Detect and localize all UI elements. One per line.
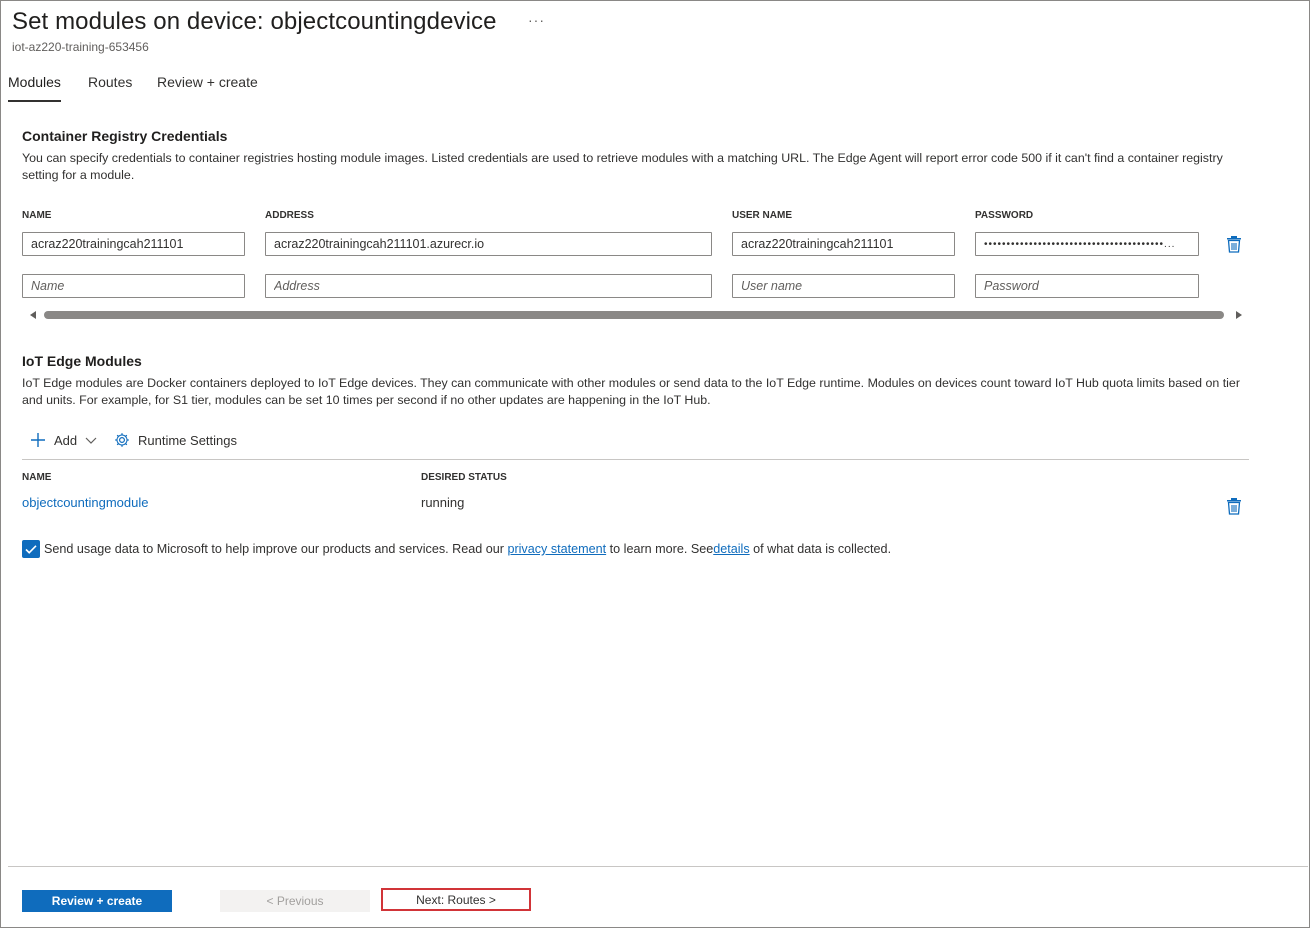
usage-data-consent: Send usage data to Microsoft to help imp… <box>44 542 891 556</box>
registry-col-address: ADDRESS <box>265 210 314 221</box>
registry-col-user-name: USER NAME <box>732 210 793 221</box>
checkmark-icon <box>25 545 37 554</box>
review-create-button[interactable]: Review + create <box>22 890 172 912</box>
registry-heading: Container Registry Credentials <box>22 128 228 144</box>
usage-data-checkbox[interactable] <box>22 540 40 558</box>
delete-module-icon[interactable] <box>1226 497 1242 515</box>
scroll-left-icon[interactable] <box>30 311 36 319</box>
tab-routes[interactable]: Routes <box>88 74 132 100</box>
runtime-settings-button[interactable]: Runtime Settings <box>114 432 237 448</box>
add-module-label: Add <box>54 432 78 448</box>
consent-text-middle: to learn more. See <box>606 542 714 556</box>
tab-modules[interactable]: Modules <box>8 74 61 102</box>
page-title: Set modules on device: objectcountingdev… <box>12 8 497 35</box>
more-options-icon[interactable]: ··· <box>528 12 545 28</box>
consent-text-before: Send usage data to Microsoft to help imp… <box>44 542 508 556</box>
registry-col-password: PASSWORD <box>975 210 1034 221</box>
modules-description: IoT Edge modules are Docker containers d… <box>22 376 1240 407</box>
chevron-down-icon <box>85 437 97 444</box>
plus-icon <box>31 433 45 447</box>
gear-icon <box>115 433 129 447</box>
registry-col-name: NAME <box>22 210 52 221</box>
registry-name-input[interactable] <box>22 232 245 256</box>
consent-text-after: of what data is collected. <box>749 542 892 556</box>
new-registry-password-input[interactable] <box>975 274 1199 298</box>
modules-toolbar-divider <box>22 459 1249 460</box>
modules-heading: IoT Edge Modules <box>22 353 142 369</box>
registry-address-input[interactable] <box>265 232 712 256</box>
scroll-right-icon[interactable] <box>1236 311 1242 319</box>
module-status: running <box>421 495 465 510</box>
new-registry-name-input[interactable] <box>22 274 245 298</box>
add-module-button[interactable]: Add <box>30 432 97 448</box>
next-routes-button[interactable]: Next: Routes > <box>381 888 531 911</box>
tab-review-create[interactable]: Review + create <box>157 74 258 100</box>
module-name-link[interactable]: objectcountingmodule <box>22 495 148 510</box>
runtime-settings-label: Runtime Settings <box>138 432 237 448</box>
modules-col-desired-status: DESIRED STATUS <box>421 472 507 483</box>
delete-registry-icon[interactable] <box>1226 235 1242 253</box>
registry-description: You can specify credentials to container… <box>22 151 1223 182</box>
registry-password-input[interactable] <box>975 232 1199 256</box>
privacy-statement-link[interactable]: privacy statement <box>507 542 606 556</box>
previous-button: < Previous <box>220 890 370 912</box>
new-registry-username-input[interactable] <box>732 274 955 298</box>
new-registry-address-input[interactable] <box>265 274 712 298</box>
registry-username-input[interactable] <box>732 232 955 256</box>
registry-horizontal-scrollbar[interactable] <box>22 308 1248 322</box>
page-subtitle: iot-az220-training-653456 <box>12 40 149 54</box>
modules-col-name: NAME <box>22 472 52 483</box>
footer-divider <box>8 866 1308 867</box>
details-link[interactable]: details <box>713 542 749 556</box>
scrollbar-thumb[interactable] <box>44 311 1224 319</box>
